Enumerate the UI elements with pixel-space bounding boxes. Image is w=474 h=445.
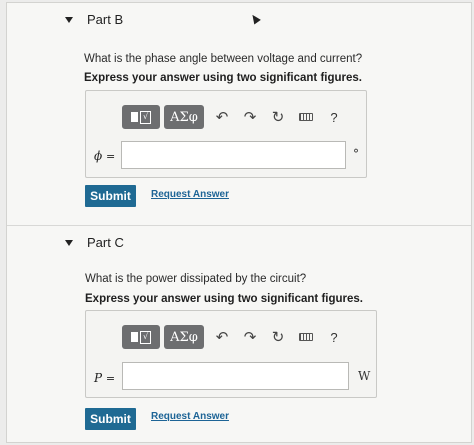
greek-symbols-button[interactable]: ΑΣφ [164,105,204,129]
part-c-submit-button[interactable]: Submit [85,408,136,430]
variable-symbol: P [94,371,103,385]
undo-icon[interactable]: ↶ [208,325,236,349]
part-c-variable-label: P = [94,371,115,385]
part-b-header[interactable]: Part B [65,12,123,27]
part-b-submit-button[interactable]: Submit [85,185,136,207]
part-b-answer-input[interactable] [121,141,346,169]
part-c-header[interactable]: Part C [65,235,124,250]
template-radical-button[interactable]: √ [122,325,160,349]
part-c-title: Part C [87,235,124,250]
collapse-caret-icon[interactable] [65,239,73,246]
part-c-request-answer-link[interactable]: Request Answer [151,411,229,422]
part-c-answer-input[interactable] [122,362,349,390]
keyboard-icon[interactable] [292,325,320,349]
collapse-caret-icon[interactable] [65,16,73,23]
reset-icon[interactable]: ↻ [264,105,292,129]
mouse-cursor-icon [249,12,261,25]
part-b-answer-box: √ ΑΣφ ↶ ↷ ↻ ? ϕ = ° [85,90,367,178]
part-b-variable-label: ϕ = [94,149,115,163]
help-button[interactable]: ? [320,325,348,349]
part-b-request-answer-link[interactable]: Request Answer [151,189,229,200]
template-block-icon [131,112,138,122]
radical-icon: √ [140,110,151,124]
equals-sign: = [106,150,116,163]
reset-icon[interactable]: ↻ [264,325,292,349]
undo-icon[interactable]: ↶ [208,105,236,129]
part-c-answer-box: √ ΑΣφ ↶ ↷ ↻ ? P = W [85,310,377,398]
keyboard-icon[interactable] [292,105,320,129]
part-b-instruction: Express your answer using two significan… [84,72,362,84]
part-b-math-toolbar: √ ΑΣφ ↶ ↷ ↻ ? [122,105,348,129]
part-c-unit: W [358,369,371,383]
redo-icon[interactable]: ↷ [236,325,264,349]
part-b-title: Part B [87,12,124,27]
redo-icon[interactable]: ↷ [236,105,264,129]
variable-symbol: ϕ [94,149,103,163]
part-c-instruction: Express your answer using two significan… [85,293,363,305]
greek-symbols-button[interactable]: ΑΣφ [164,325,204,349]
help-button[interactable]: ? [320,105,348,129]
equals-sign: = [105,372,116,385]
assignment-panel: Part B What is the phase angle between v… [6,2,472,443]
part-c-math-toolbar: √ ΑΣφ ↶ ↷ ↻ ? [122,325,348,349]
part-b-unit: ° [353,147,359,161]
section-divider [7,225,471,226]
part-c-question: What is the power dissipated by the circ… [85,273,307,285]
part-b-question: What is the phase angle between voltage … [84,53,363,65]
template-radical-button[interactable]: √ [122,105,160,129]
template-block-icon [131,332,138,342]
radical-icon: √ [140,330,151,344]
